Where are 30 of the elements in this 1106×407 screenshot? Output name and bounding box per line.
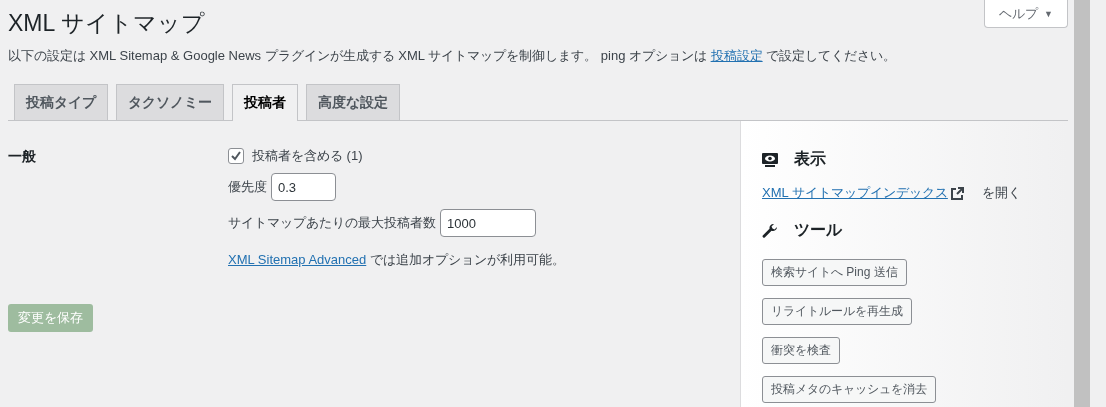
checkbox-label: 投稿者を含める (1) [252,147,363,165]
input-field[interactable]: 0.3 [271,173,336,201]
description-text: 以下の設定は XML Sitemap & Google News プラグインが生成する XML サイトマップを制御します。 ping オプションは 投稿設定 で設定してください。 [8,47,898,65]
scrollbar[interactable] [1074,0,1090,407]
check-icon [230,150,242,162]
tab[interactable]: タクソノミー [116,84,224,120]
wrench-icon [762,222,778,239]
section-heading: ツール [794,220,842,240]
settings-link[interactable]: 投稿設定 [710,48,763,63]
section-heading: 一般 [8,148,37,166]
open-text: を開く [981,184,1021,202]
note-text: XML Sitemap Advanced では追加オプションが利用可能。 [228,251,565,269]
page-title: XML サイトマップ [8,9,205,38]
tool-button[interactable]: リライトルールを再生成 [762,298,912,325]
eye-icon [762,152,778,167]
tab[interactable]: 投稿タイプ [14,84,108,120]
checkbox[interactable] [228,148,244,164]
field-label: 優先度 [228,178,267,196]
section-heading: 表示 [794,149,826,169]
tool-button[interactable]: 検索サイトへ Ping 送信 [762,259,907,286]
tool-button[interactable]: 衝突を検査 [762,337,840,364]
field-label: サイトマップあたりの最大投稿者数 [228,214,436,232]
tab[interactable]: 投稿者 [232,84,298,121]
tool-button[interactable]: 投稿メタのキャッシュを消去 [762,376,936,403]
help-button[interactable]: ヘルプ ▼ [984,0,1068,28]
advanced-link[interactable]: XML Sitemap Advanced [228,252,367,267]
external-link-icon [950,186,964,200]
tab[interactable]: 高度な設定 [306,84,400,120]
input-field[interactable]: 1000 [440,209,536,237]
sitemap-index-link[interactable]: XML サイトマップインデックス [762,184,948,202]
